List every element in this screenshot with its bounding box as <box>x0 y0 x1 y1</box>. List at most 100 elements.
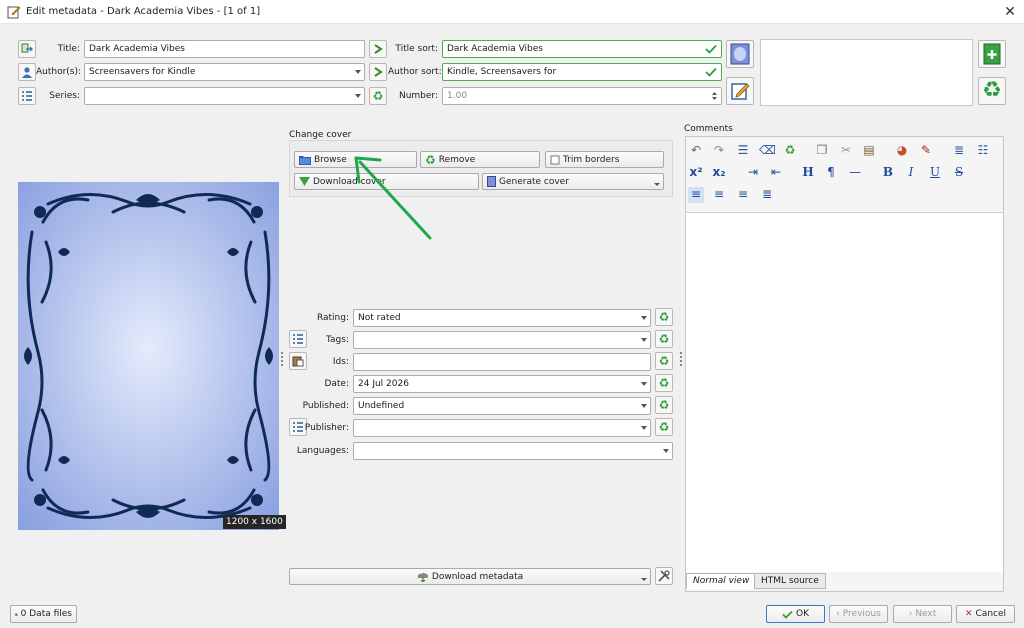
series-combobox[interactable] <box>84 87 365 105</box>
recycle-icon: ♻ <box>658 310 670 324</box>
cancel-button[interactable]: ✕ Cancel <box>956 605 1015 623</box>
generate-cover-button[interactable]: Generate cover <box>482 173 664 190</box>
clear-tags-button[interactable]: ♻ <box>655 330 673 348</box>
left-splitter-handle[interactable] <box>281 352 283 366</box>
title-input[interactable]: Dark Academia Vibes <box>84 40 365 58</box>
edit-metadata-app-icon <box>7 6 21 19</box>
cut-icon[interactable]: ✂ <box>838 143 854 159</box>
ornate-frame-graphic <box>18 182 279 530</box>
trim-borders-button[interactable]: Trim borders <box>545 151 664 168</box>
published-picker[interactable]: Undefined <box>353 397 651 415</box>
align-center-icon[interactable]: ≡ <box>711 187 727 203</box>
series-number-spinbox[interactable]: 1.00 <box>442 87 722 105</box>
manage-series-button[interactable] <box>18 87 36 105</box>
ok-button[interactable]: OK <box>766 605 825 623</box>
indent-icon[interactable]: ⇥ <box>745 165 761 181</box>
italic-icon[interactable]: I <box>903 165 919 181</box>
chevron-left-icon: ‹ <box>836 609 840 619</box>
number-label: Number: <box>398 91 438 101</box>
right-splitter-handle[interactable] <box>680 352 682 366</box>
title-sort-input[interactable]: Dark Academia Vibes <box>442 40 722 58</box>
author-to-sort-button[interactable] <box>369 63 387 81</box>
align-left-icon[interactable]: ≡ <box>688 187 704 203</box>
author-sort-label: Author sort: <box>388 67 442 77</box>
clear-date-button[interactable]: ♻ <box>655 374 673 392</box>
chevron-down-icon <box>641 426 647 430</box>
tags-label: Tags: <box>326 335 349 345</box>
clear-publisher-button[interactable]: ♻ <box>655 418 673 436</box>
authors-combobox[interactable]: Screensavers for Kindle <box>84 63 365 81</box>
cancel-label: Cancel <box>975 609 1007 619</box>
ids-label: Ids: <box>332 357 349 367</box>
series-number-value: 1.00 <box>447 91 468 101</box>
title-to-sort-button[interactable] <box>369 40 387 58</box>
unordered-list-icon[interactable]: ☷ <box>975 143 991 159</box>
languages-combobox[interactable] <box>353 442 673 460</box>
tab-normal-view[interactable]: Normal view <box>686 573 757 589</box>
remove-format-button[interactable]: ♻ <box>978 77 1006 105</box>
next-button[interactable]: › Next <box>893 605 952 623</box>
underline-icon[interactable]: U <box>927 165 943 181</box>
metadata-sources-settings-button[interactable] <box>655 567 673 585</box>
trim-label: Trim borders <box>563 154 620 165</box>
select-all-icon[interactable]: ☰ <box>735 143 751 159</box>
formats-list[interactable] <box>760 39 973 106</box>
close-window-button[interactable]: ✕ <box>1000 2 1020 22</box>
arrow-right-icon <box>374 67 383 77</box>
title-sort-value: Dark Academia Vibes <box>447 44 543 54</box>
copy-icon[interactable]: ❐ <box>814 143 830 159</box>
date-picker[interactable]: 24 Jul 2026 <box>353 375 651 393</box>
published-label: Published: <box>302 401 349 411</box>
clear-series-button[interactable]: ♻ <box>369 87 387 105</box>
paste-icon[interactable]: ▤ <box>861 143 877 159</box>
publisher-combobox[interactable] <box>353 419 651 437</box>
annotation-arrow-icon <box>354 156 432 240</box>
chevron-down-icon <box>641 316 647 320</box>
outdent-icon[interactable]: ⇤ <box>768 165 784 181</box>
redo-icon[interactable]: ↷ <box>711 143 727 159</box>
check-icon <box>705 67 717 77</box>
folder-icon <box>299 155 311 165</box>
tags-combobox[interactable] <box>353 331 651 349</box>
ok-label: OK <box>796 609 809 619</box>
undo-icon[interactable]: ↶ <box>688 143 704 159</box>
align-right-icon[interactable]: ≡ <box>735 187 751 203</box>
eraser-icon[interactable]: ⌫ <box>759 143 776 159</box>
data-files-button[interactable]: 0 Data files <box>10 605 77 623</box>
edit-book-button[interactable] <box>726 77 754 105</box>
background-color-icon[interactable]: ◕ <box>894 143 910 159</box>
comments-label: Comments <box>684 124 733 134</box>
strikethrough-icon[interactable]: S <box>951 165 967 181</box>
subscript-icon[interactable]: x₂ <box>711 165 727 181</box>
chevron-down-icon <box>663 449 669 453</box>
clear-published-button[interactable]: ♻ <box>655 396 673 414</box>
paragraph-style-icon[interactable]: ¶ <box>823 165 839 181</box>
chevron-down-icon <box>654 183 660 186</box>
heading-icon[interactable]: H <box>800 165 816 181</box>
chevron-down-icon <box>641 338 647 342</box>
rating-label: Rating: <box>316 313 349 323</box>
download-metadata-button[interactable]: Download metadata <box>289 568 651 585</box>
tab-html-source[interactable]: HTML source <box>754 573 826 589</box>
horizontal-rule-icon[interactable]: — <box>847 165 863 181</box>
cover-image <box>18 182 279 530</box>
superscript-icon[interactable]: x² <box>688 165 704 181</box>
title-case-button[interactable] <box>18 40 36 58</box>
tools-icon <box>658 570 670 582</box>
rating-combobox[interactable]: Not rated <box>353 309 651 327</box>
previous-button[interactable]: ‹ Previous <box>829 605 888 623</box>
manage-authors-button[interactable] <box>18 63 36 81</box>
ordered-list-icon[interactable]: ≣ <box>951 143 967 159</box>
align-justify-icon[interactable]: ≣ <box>759 187 775 203</box>
text-color-icon[interactable]: ✎ <box>918 143 934 159</box>
comments-text-area[interactable] <box>686 212 1003 572</box>
recycle-icon[interactable]: ♻ <box>782 143 798 159</box>
clear-rating-button[interactable]: ♻ <box>655 308 673 326</box>
cover-thumbnail-button[interactable] <box>726 40 754 68</box>
author-sort-input[interactable]: Kindle, Screensavers for <box>442 63 722 81</box>
add-format-button[interactable] <box>978 40 1006 68</box>
ids-input[interactable] <box>353 353 651 371</box>
clear-ids-button[interactable]: ♻ <box>655 352 673 370</box>
bold-icon[interactable]: B <box>880 165 896 181</box>
rating-value: Not rated <box>358 313 401 323</box>
